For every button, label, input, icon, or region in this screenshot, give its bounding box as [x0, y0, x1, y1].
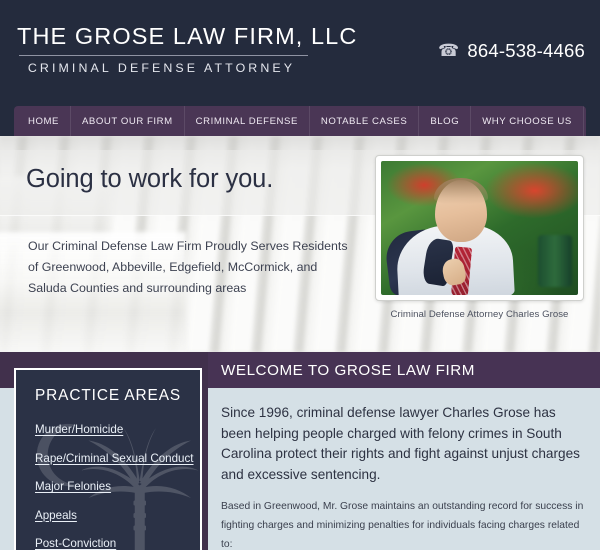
- hero-subtext: Our Criminal Defense Law Firm Proudly Se…: [28, 239, 348, 295]
- header-phone-link[interactable]: ☎ 864-538-4466: [438, 40, 585, 62]
- attorney-photo-caption: Criminal Defense Attorney Charles Grose: [390, 309, 569, 320]
- logo-divider: [19, 54, 308, 56]
- practice-link-murder-homicide[interactable]: Murder/Homicide: [35, 423, 123, 436]
- nav-item-notable-cases[interactable]: NOTABLE CASES: [310, 106, 420, 136]
- firm-name: THE GROSE LAW FIRM, LLC: [17, 23, 358, 49]
- list-item: Appeals: [35, 506, 200, 524]
- list-item: Rape/Criminal Sexual Conduct: [35, 449, 200, 467]
- photo-background-barrel: [538, 235, 572, 287]
- intro-paragraph: Since 1996, criminal defense lawyer Char…: [221, 405, 580, 482]
- attorney-photo-frame: [375, 155, 584, 301]
- phone-number: 864-538-4466: [467, 40, 585, 61]
- lower-content-section: PRACTICE AREAS Murder/Homicide Rape/Crim…: [0, 352, 600, 550]
- practice-link-rape-criminal-sexual-conduct[interactable]: Rape/Criminal Sexual Conduct: [35, 452, 194, 465]
- practice-link-appeals[interactable]: Appeals: [35, 509, 77, 522]
- nav-item-about-our-firm[interactable]: ABOUT OUR FIRM: [71, 106, 185, 136]
- nav-item-criminal-defense[interactable]: CRIMINAL DEFENSE: [185, 106, 310, 136]
- attorney-portrait-image: [381, 161, 578, 295]
- hero-headline: Going to work for you.: [26, 165, 274, 193]
- welcome-content-panel: WELCOME TO GROSE LAW FIRM Since 1996, cr…: [208, 352, 600, 550]
- practice-areas-sidebar: PRACTICE AREAS Murder/Homicide Rape/Crim…: [14, 368, 202, 550]
- practice-link-major-felonies[interactable]: Major Felonies: [35, 480, 111, 493]
- list-item: Murder/Homicide: [35, 420, 200, 438]
- hero-banner: Going to work for you. Our Criminal Defe…: [0, 136, 600, 352]
- welcome-heading-bar: WELCOME TO GROSE LAW FIRM: [208, 352, 600, 388]
- welcome-title: WELCOME TO GROSE LAW FIRM: [221, 361, 475, 379]
- site-logo[interactable]: THE GROSE LAW FIRM, LLC CRIMINAL DEFENSE…: [17, 23, 358, 75]
- content-left-edge: [0, 388, 14, 550]
- nav-item-why-choose-us[interactable]: WHY CHOOSE US: [471, 106, 584, 136]
- list-item: Major Felonies: [35, 477, 200, 495]
- secondary-paragraph: Based in Greenwood, Mr. Grose maintains …: [221, 501, 584, 550]
- nav-item-home[interactable]: HOME: [14, 106, 71, 136]
- list-item: Post-Conviction: [35, 534, 200, 550]
- nav-item-contact-us[interactable]: CONTACT US: [584, 106, 586, 136]
- attorney-photo-card: Criminal Defense Attorney Charles Grose: [375, 155, 584, 320]
- practice-link-post-conviction[interactable]: Post-Conviction: [35, 537, 116, 550]
- telephone-icon: ☎: [437, 40, 460, 60]
- firm-tagline: CRIMINAL DEFENSE ATTORNEY: [27, 60, 296, 75]
- photo-hair: [434, 178, 488, 204]
- main-navigation: HOME ABOUT OUR FIRM CRIMINAL DEFENSE NOT…: [14, 106, 586, 136]
- nav-item-blog[interactable]: BLOG: [419, 106, 472, 136]
- practice-areas-list: Murder/Homicide Rape/Criminal Sexual Con…: [35, 420, 200, 550]
- practice-areas-title: PRACTICE AREAS: [35, 387, 182, 404]
- site-header: THE GROSE LAW FIRM, LLC CRIMINAL DEFENSE…: [0, 0, 600, 104]
